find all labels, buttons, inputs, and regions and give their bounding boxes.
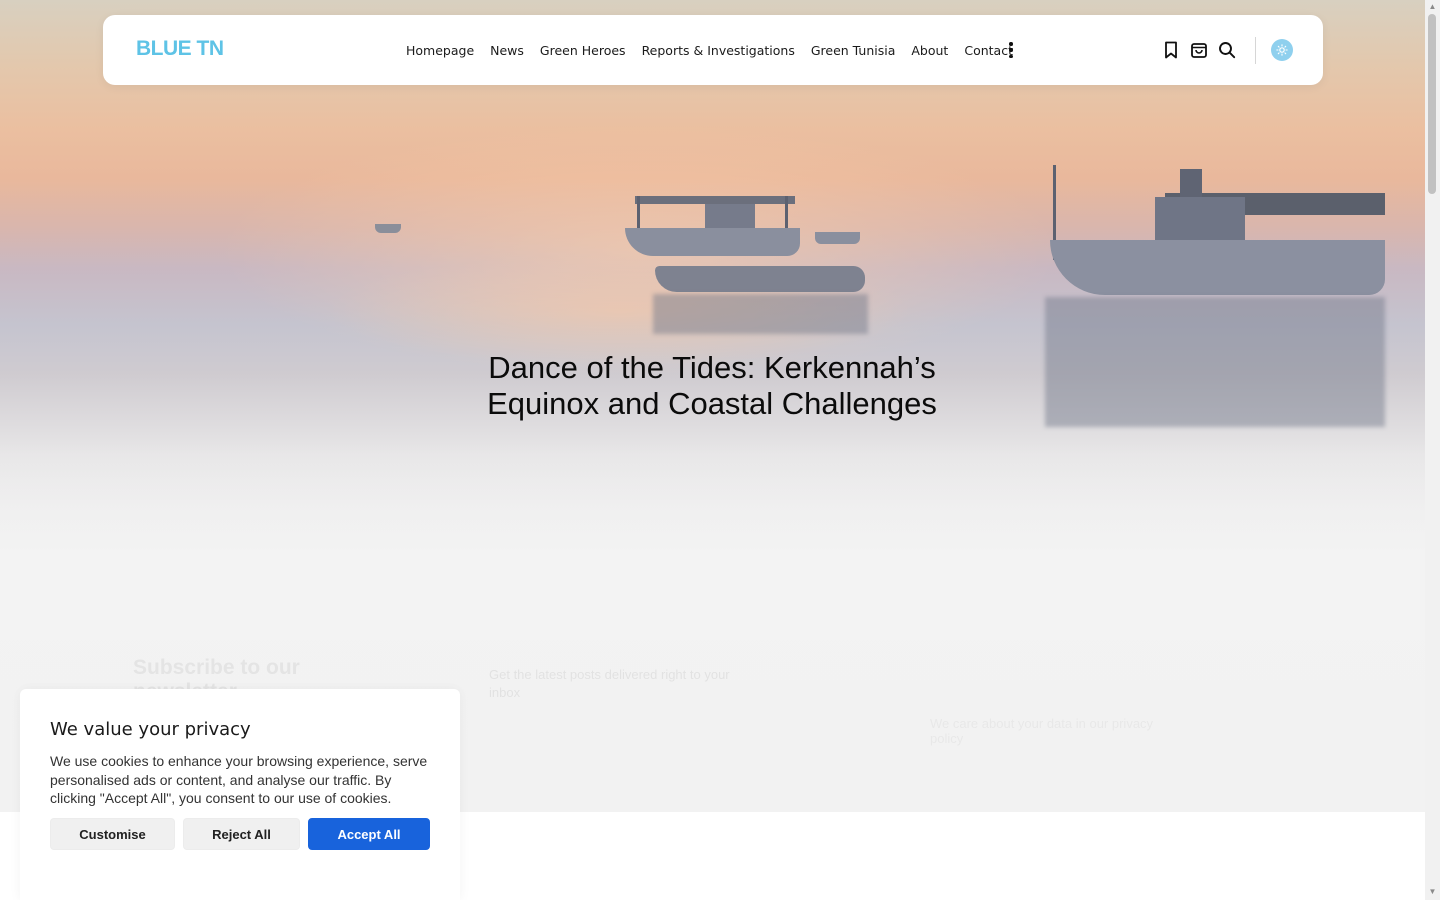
cookie-actions: Customise Reject All Accept All [50, 818, 430, 850]
nav-divider [1255, 37, 1256, 64]
sun-icon [1276, 44, 1288, 56]
vertical-scrollbar[interactable]: ▲ ▼ [1425, 0, 1440, 900]
hero-fade [0, 440, 1425, 640]
nav-item-homepage[interactable]: Homepage [406, 43, 474, 58]
article-title: Dance of the Tides: Kerkennah’s Equinox … [412, 350, 1012, 422]
nav-item-about[interactable]: About [911, 43, 948, 58]
nav-item-reports[interactable]: Reports & Investigations [642, 43, 795, 58]
search-icon[interactable] [1216, 39, 1238, 61]
nav-item-news[interactable]: News [490, 43, 524, 58]
cookie-consent-banner: We value your privacy We use cookies to … [20, 689, 460, 900]
article-title-line-1: Dance of the Tides: Kerkennah’s [488, 350, 936, 385]
theme-toggle-button[interactable] [1271, 39, 1293, 61]
site-logo[interactable]: BLUE TN [136, 37, 224, 61]
distant-boat [375, 220, 403, 234]
primary-nav: Homepage News Green Heroes Reports & Inv… [406, 15, 1013, 85]
scroll-down-arrow-icon[interactable]: ▼ [1428, 887, 1437, 896]
newsletter-form-hint: We care about your data in our privacy p… [930, 716, 1154, 746]
middle-boat [625, 190, 875, 340]
article-title-line-2: Equinox and Coastal Challenges [487, 386, 937, 421]
scroll-up-arrow-icon[interactable]: ▲ [1428, 2, 1437, 11]
nav-item-green-tunisia[interactable]: Green Tunisia [811, 43, 896, 58]
newsletter-title-line-1: Subscribe to our [133, 656, 300, 679]
shopping-bag-icon[interactable] [1188, 39, 1210, 61]
nav-item-green-heroes[interactable]: Green Heroes [540, 43, 626, 58]
reject-all-button[interactable]: Reject All [183, 818, 300, 850]
bookmark-icon[interactable] [1160, 39, 1182, 61]
newsletter-description: Get the latest posts delivered right to … [489, 667, 730, 700]
cookie-description: We use cookies to enhance your browsing … [50, 753, 428, 806]
accept-all-button[interactable]: Accept All [308, 818, 430, 850]
cookie-title: We value your privacy [50, 719, 251, 740]
scroll-thumb[interactable] [1428, 14, 1436, 194]
customise-button[interactable]: Customise [50, 818, 175, 850]
fishing-boat [1045, 165, 1390, 435]
top-navbar: BLUE TN Homepage News Green Heroes Repor… [103, 15, 1323, 85]
nav-item-contact[interactable]: Contact [964, 43, 1013, 58]
more-vertical-icon[interactable] [1008, 40, 1014, 60]
